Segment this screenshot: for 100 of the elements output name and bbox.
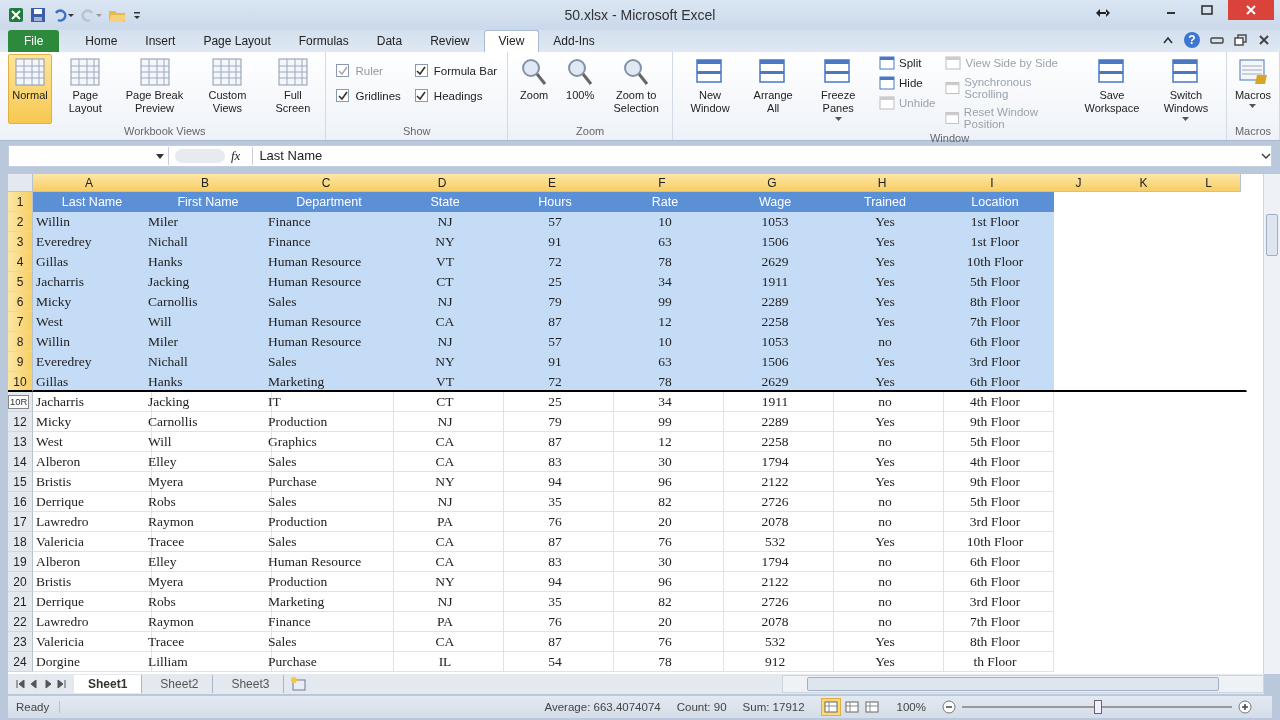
row-header[interactable]: 22 xyxy=(8,612,33,632)
row-header[interactable]: 12 xyxy=(8,412,33,432)
row-header[interactable]: 16 xyxy=(8,492,33,512)
ribbon-button[interactable]: Custom Views xyxy=(192,54,263,124)
row-header[interactable]: 23 xyxy=(8,632,33,652)
sheet-tab[interactable]: Sheet3 xyxy=(217,675,285,693)
expand-icon[interactable] xyxy=(1261,153,1271,159)
checkbox[interactable] xyxy=(414,64,428,77)
help-button[interactable]: ? xyxy=(1184,32,1200,48)
checkbox-label[interactable]: Formula Bar xyxy=(433,64,498,77)
checkbox-label[interactable]: Gridlines xyxy=(355,89,401,102)
ribbon-tab[interactable]: Add-Ins xyxy=(539,31,609,52)
column-header[interactable]: H xyxy=(827,174,938,192)
row-header[interactable]: 10 xyxy=(8,372,33,392)
column-header[interactable]: L xyxy=(1177,174,1241,192)
view-button[interactable] xyxy=(842,699,861,715)
row-header[interactable]: 18 xyxy=(8,532,33,552)
row-header[interactable]: 19 xyxy=(8,552,33,572)
ribbon-small-button[interactable]: Hide xyxy=(879,76,936,90)
close-button[interactable] xyxy=(1228,0,1274,20)
column-header[interactable]: G xyxy=(717,174,828,192)
sheet-tab[interactable]: Sheet2 xyxy=(146,675,214,693)
formula-field[interactable]: Last Name xyxy=(252,147,1255,165)
table-cell: 9th Floor xyxy=(937,472,1054,492)
table-cell: 1911 xyxy=(717,392,834,412)
ribbon-tab[interactable]: Home xyxy=(71,31,132,52)
row-header[interactable]: 9 xyxy=(8,352,33,372)
table-cell: 20 xyxy=(607,612,724,632)
ribbon-tab[interactable]: Formulas xyxy=(284,31,363,52)
column-header[interactable]: B xyxy=(145,174,266,192)
ribbon-tab[interactable]: Data xyxy=(362,31,417,52)
checkbox[interactable] xyxy=(336,89,350,102)
column-header[interactable]: F xyxy=(607,174,718,192)
ribbon-tab[interactable]: Insert xyxy=(131,31,190,52)
table-cell: 34 xyxy=(607,392,724,412)
collapse-ribbon-icon[interactable] xyxy=(1162,35,1174,45)
row-header[interactable]: 15 xyxy=(8,472,33,492)
ribbon-tab[interactable]: Page Layout xyxy=(189,31,285,52)
caret-icon[interactable] xyxy=(156,153,164,159)
ribbon-tab[interactable]: View xyxy=(483,30,540,52)
ribbon-button[interactable]: Macros xyxy=(1230,54,1275,124)
ribbon-button[interactable]: Arrange All xyxy=(744,54,802,124)
row-header[interactable]: 3 xyxy=(8,232,33,252)
checkbox-label[interactable]: Headings xyxy=(433,89,483,102)
column-header[interactable]: C xyxy=(265,174,388,192)
view-button[interactable] xyxy=(820,698,841,716)
row-header[interactable]: 5 xyxy=(8,272,33,292)
vertical-scrollbar[interactable] xyxy=(1263,174,1280,674)
ribbon-button[interactable]: Full Screen xyxy=(264,54,322,124)
ribbon-button[interactable]: Freeze Panes xyxy=(803,54,874,124)
row-header[interactable]: 1 xyxy=(8,192,33,212)
zoom-slider-thumb[interactable] xyxy=(1094,700,1102,714)
column-header[interactable]: J xyxy=(1047,174,1111,192)
maximize-icon[interactable] xyxy=(1201,5,1213,15)
ribbon-button[interactable]: Save Workspace xyxy=(1075,54,1148,124)
ribbon-small-button[interactable]: Split xyxy=(879,56,936,70)
undo-icon[interactable] xyxy=(52,7,74,23)
ribbon-button[interactable]: Zoom to Selection xyxy=(604,54,669,124)
ribbon-button[interactable]: Zoom xyxy=(512,54,557,124)
table-cell: 30 xyxy=(607,552,724,572)
column-header[interactable]: K xyxy=(1110,174,1178,192)
row-header[interactable]: 20 xyxy=(8,572,33,592)
row-header[interactable]: 21 xyxy=(8,592,33,612)
row-header[interactable]: 17 xyxy=(8,512,33,532)
row-header[interactable]: 13 xyxy=(8,432,33,452)
ribbon-button[interactable]: Normal xyxy=(8,54,52,124)
zoom-level[interactable]: 100% xyxy=(896,701,926,713)
horizontal-scrollbar[interactable] xyxy=(782,675,1264,693)
row-header[interactable]: 6 xyxy=(8,292,33,312)
row-header[interactable]: 7 xyxy=(8,312,33,332)
ribbon-button[interactable]: 100% xyxy=(558,54,603,124)
column-header[interactable]: A xyxy=(33,174,146,192)
restore-icon[interactable] xyxy=(1234,34,1248,46)
table-cell: 532 xyxy=(717,532,834,552)
row-header[interactable]: 4 xyxy=(8,252,33,272)
row-header[interactable]: 14 xyxy=(8,452,33,472)
row-header[interactable]: 8 xyxy=(8,332,33,352)
zoom-in-icon[interactable] xyxy=(1238,700,1252,714)
row-header[interactable]: 24 xyxy=(8,652,33,672)
excel-logo-icon[interactable] xyxy=(8,7,24,23)
sheet-tab[interactable]: Sheet1 xyxy=(74,675,143,693)
column-header[interactable]: E xyxy=(497,174,608,192)
ribbon-tab[interactable]: Review xyxy=(416,31,484,52)
file-tab[interactable]: File xyxy=(8,30,60,52)
row-header[interactable]: 2 xyxy=(8,212,33,232)
ribbon-button[interactable]: New Window xyxy=(677,54,743,124)
ribbon-button[interactable]: Page Layout xyxy=(54,54,117,124)
table-cell: 532 xyxy=(717,632,834,652)
column-header[interactable]: I xyxy=(937,174,1048,192)
insert-function-button[interactable]: fx xyxy=(231,148,247,164)
view-button[interactable] xyxy=(862,699,881,715)
close-icon[interactable] xyxy=(1258,34,1270,46)
ribbon-button[interactable]: Page Break Preview xyxy=(118,54,191,124)
ribbon-button[interactable]: Switch Windows xyxy=(1149,54,1222,124)
checkbox[interactable] xyxy=(414,89,428,102)
zoom-out-icon[interactable] xyxy=(942,700,956,714)
column-header[interactable]: D xyxy=(387,174,498,192)
save-icon[interactable] xyxy=(30,7,46,23)
table-cell: Marketing xyxy=(265,592,394,612)
minimize-icon[interactable] xyxy=(1210,35,1224,45)
